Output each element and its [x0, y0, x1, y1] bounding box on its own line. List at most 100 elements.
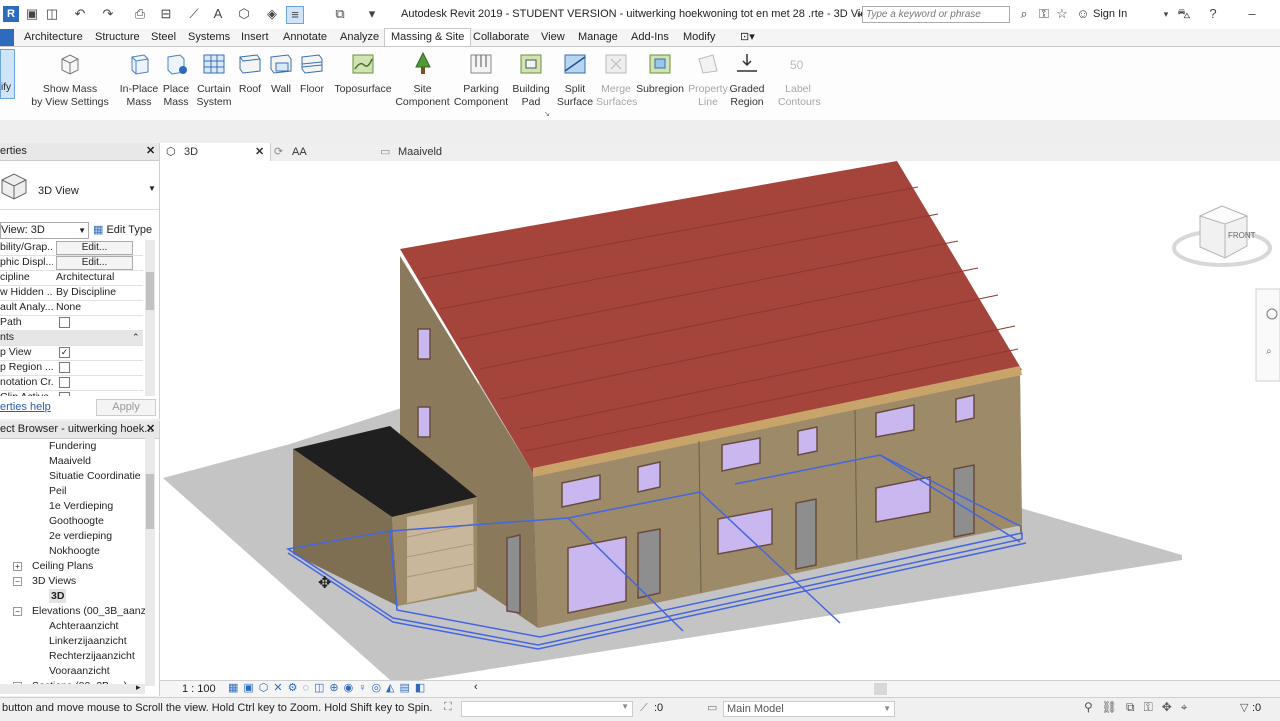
instance-filter-select[interactable]: View: 3D ▼	[0, 222, 89, 239]
browser-tree-item[interactable]: Linkerzijaanzicht	[49, 634, 127, 648]
revit-app-icon[interactable]: R	[3, 6, 19, 22]
tab-insert[interactable]: Insert	[241, 29, 269, 46]
checkbox[interactable]	[59, 392, 70, 396]
browser-tree-item[interactable]: Fundering	[49, 439, 96, 453]
sign-in-dropdown-icon[interactable]: ▾	[1158, 6, 1174, 22]
browser-tree-item[interactable]: Goothoogte	[49, 514, 104, 528]
property-row[interactable]: Clip Active	[0, 390, 143, 396]
search-input[interactable]: Type a keyword or phrase	[862, 6, 1010, 23]
collapse-icon[interactable]: ⌃	[132, 330, 140, 345]
browser-tree-item[interactable]: 3D	[49, 589, 67, 603]
favorite-icon[interactable]: ☆	[1054, 6, 1070, 22]
3d-view-icon[interactable]: ⬡	[236, 6, 252, 22]
binoculars-icon[interactable]: ⌕	[1016, 6, 1032, 22]
workset-select[interactable]: ▼	[461, 701, 633, 717]
filter-icon[interactable]: ▽	[1240, 701, 1248, 714]
browser-tree-item[interactable]: Elevations (00_3B_aanzicht)	[32, 604, 145, 618]
measure-icon[interactable]: ⊟	[158, 6, 174, 22]
switch-windows-icon[interactable]: ⧉	[332, 6, 348, 22]
property-row[interactable]: ault Analy... None	[0, 300, 143, 316]
property-line-button[interactable]: Property Line	[688, 51, 728, 109]
customize-toolbar-icon[interactable]: ▾	[364, 6, 380, 22]
model-render[interactable]: FRONT ⌕ ✥	[160, 161, 1280, 680]
scrollbar-thumb[interactable]	[146, 272, 154, 310]
property-row[interactable]: p Region ...	[0, 360, 143, 376]
properties-help-link[interactable]: erties help	[0, 401, 51, 413]
browser-tree-item[interactable]: 1e Verdieping	[49, 499, 113, 513]
browser-h-scrollbar[interactable]: ▸	[0, 682, 145, 694]
scrollbar-thumb[interactable]	[146, 474, 154, 529]
collapse-icon[interactable]: −	[13, 607, 22, 616]
property-row[interactable]: w Hidden ... By Discipline	[0, 285, 143, 301]
tab-systems[interactable]: Systems	[188, 29, 230, 46]
edit-button[interactable]: Edit...	[56, 241, 133, 255]
curtain-system-button[interactable]: Curtain System	[195, 51, 233, 109]
checkbox[interactable]	[59, 317, 70, 328]
cart-icon[interactable]: ⛍	[1176, 6, 1192, 22]
type-selector[interactable]: 3D View ▼	[0, 165, 159, 210]
edit-type-button[interactable]: ▦ Edit Type	[93, 222, 155, 238]
close-icon[interactable]: ✕	[146, 421, 155, 438]
open-icon[interactable]: ▣	[24, 6, 40, 22]
browser-tree-item[interactable]: Situatie Coordinatie	[49, 469, 141, 483]
tab-analyze[interactable]: Analyze	[340, 29, 379, 46]
property-row[interactable]: bility/Grap... Edit...	[0, 240, 143, 256]
scroll-right-icon[interactable]: ▸	[136, 682, 141, 693]
redo-icon[interactable]: ↷	[100, 6, 116, 22]
navigation-bar[interactable]	[1255, 288, 1280, 382]
browser-tree-item[interactable]: Maaiveld	[49, 454, 91, 468]
design-options-icon[interactable]: ▭	[707, 701, 717, 714]
tab-view[interactable]: View	[541, 29, 565, 46]
tab-add-ins[interactable]: Add-Ins	[631, 29, 669, 46]
panel-launcher-icon[interactable]: ↘	[544, 110, 550, 118]
merge-surfaces-button[interactable]: Merge Surfaces	[596, 51, 637, 109]
apply-button[interactable]: Apply	[96, 399, 156, 416]
tab-modify[interactable]: Modify	[683, 29, 715, 46]
tab-architecture[interactable]: Architecture	[24, 29, 83, 46]
parking-component-button[interactable]: Parking Component	[452, 51, 510, 109]
zoom-icon[interactable]: ⌕	[1266, 346, 1272, 357]
user-icon[interactable]: ☺	[1075, 6, 1091, 22]
property-row[interactable]: p View ✓	[0, 345, 143, 361]
browser-scrollbar[interactable]	[145, 438, 155, 686]
browser-tree-item[interactable]: Vooraanzicht	[49, 664, 110, 678]
section-icon[interactable]: ◈	[264, 6, 280, 22]
checkbox[interactable]	[59, 377, 70, 388]
tab-steel[interactable]: Steel	[151, 29, 176, 46]
browser-tree-item[interactable]: Nokhoogte	[49, 544, 100, 558]
expand-icon[interactable]: +	[13, 562, 22, 571]
3d-viewport[interactable]: FRONT ⌕ ✥	[160, 161, 1280, 680]
tab-collaborate[interactable]: Collaborate	[473, 29, 529, 46]
browser-tree-item[interactable]: Achteraanzicht	[49, 619, 118, 633]
tab-structure[interactable]: Structure	[95, 29, 140, 46]
properties-scrollbar[interactable]	[145, 240, 155, 396]
toposurface-button[interactable]: Toposurface	[333, 51, 393, 96]
checkbox[interactable]: ✓	[59, 347, 70, 358]
property-row[interactable]: notation Cr...	[0, 375, 143, 391]
viewcube[interactable]: FRONT	[1172, 205, 1272, 267]
view-h-scrollbar-thumb[interactable]	[874, 683, 887, 695]
view-tab-3d[interactable]: ⬡ 3D ✕	[160, 143, 271, 161]
help-icon[interactable]: ?	[1205, 6, 1221, 22]
view-tab-maaiveld[interactable]: ▭ Maaiveld	[378, 143, 498, 161]
close-icon[interactable]: ✕	[255, 143, 264, 161]
graded-region-button[interactable]: Graded Region	[728, 51, 766, 109]
browser-tree-item[interactable]: 3D Views	[32, 574, 76, 588]
building-pad-button[interactable]: Building Pad	[510, 51, 552, 109]
undo-icon[interactable]: ↶	[72, 6, 88, 22]
scale-selector[interactable]: 1 : 100	[182, 683, 216, 695]
print-icon[interactable]: ⎙	[132, 6, 148, 22]
tab-massing-site[interactable]: Massing & Site	[384, 28, 472, 47]
save-icon[interactable]: ◫	[44, 6, 60, 22]
thin-lines-icon[interactable]: ≡	[286, 6, 304, 24]
modify-button[interactable]: ify	[0, 49, 15, 99]
roof-button[interactable]: Roof	[236, 51, 264, 96]
dimension-icon[interactable]: ⟋	[186, 6, 202, 22]
scroll-left-icon[interactable]: ‹	[474, 681, 478, 693]
floor-button[interactable]: Floor	[298, 51, 326, 96]
property-row[interactable]: phic Displ... Edit...	[0, 255, 143, 271]
close-icon[interactable]: ✕	[146, 143, 155, 160]
in-place-mass-button[interactable]: In-Place Mass	[118, 51, 160, 109]
view-tab-aa[interactable]: ⟳ AA	[272, 143, 372, 161]
minimize-icon[interactable]: –	[1244, 6, 1260, 22]
